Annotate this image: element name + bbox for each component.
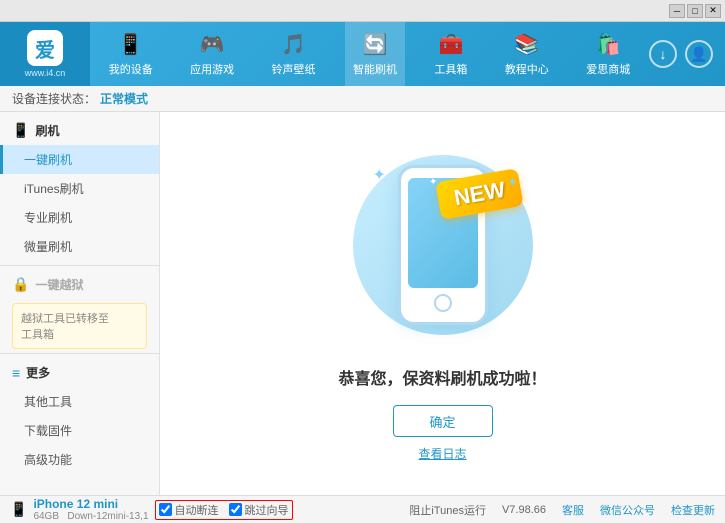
- sidebar-section-jailbreak[interactable]: 🔒 一键越狱: [0, 270, 159, 299]
- success-message: 恭喜您，保资料刷机成功啦！: [338, 365, 546, 389]
- nav-label-apps-games: 应用游戏: [190, 61, 234, 77]
- window-controls[interactable]: ─ □ ✕: [669, 4, 721, 18]
- itunes-status: 阻止iTunes运行: [409, 502, 486, 518]
- ringtones-icon: 🎵: [281, 32, 306, 57]
- nav-label-tutorials: 教程中心: [505, 61, 549, 77]
- nav-label-smart-flash: 智能刷机: [353, 61, 397, 77]
- bottom-bar: 📱 iPhone 12 mini 64GB Down-12mini-13,1 自…: [0, 495, 725, 523]
- version-text: V7.98.66: [502, 504, 546, 516]
- close-button[interactable]: ✕: [705, 4, 721, 18]
- sidebar-section-flash[interactable]: 📱 刷机: [0, 116, 159, 145]
- status-value: 正常模式: [100, 90, 148, 107]
- sparkle-top-left: ✦: [373, 165, 386, 185]
- wechat-public-link[interactable]: 微信公众号: [600, 502, 655, 518]
- logo[interactable]: 爱 www.i4.cn: [0, 22, 90, 86]
- download-firmware-label: 下载固件: [24, 424, 72, 438]
- jailbreak-section-icon: 🔒: [12, 276, 29, 293]
- flash-section-icon: 📱: [12, 122, 29, 139]
- confirm-button[interactable]: 确定: [393, 405, 493, 437]
- more-section-label: 更多: [26, 364, 50, 381]
- customer-service-link[interactable]: 客服: [562, 502, 584, 518]
- download-button[interactable]: ↓: [649, 40, 677, 68]
- phone-illustration: NEW ✦ ✦: [343, 145, 543, 345]
- nav-item-smart-flash[interactable]: 🔄 智能刷机: [345, 22, 405, 86]
- bottom-right: 阻止iTunes运行 V7.98.66 客服 微信公众号 检查更新: [409, 502, 715, 518]
- advanced-label: 高级功能: [24, 453, 72, 467]
- apps-icon: 🎮: [200, 32, 225, 57]
- user-button[interactable]: 👤: [685, 40, 713, 68]
- sidebar-item-advanced[interactable]: 高级功能: [0, 445, 159, 474]
- sidebar-item-pro-flash[interactable]: 专业刷机: [0, 203, 159, 232]
- sidebar-divider-2: [0, 353, 159, 354]
- nav-item-toolbox[interactable]: 🧰 工具箱: [426, 22, 475, 86]
- flash-section-label: 刷机: [35, 122, 59, 139]
- status-bar: 设备连接状态： 正常模式: [0, 86, 725, 112]
- itunes-flash-label: iTunes刷机: [24, 182, 84, 196]
- nav-label-ringtones: 铃声壁纸: [272, 61, 316, 77]
- new-badge-text: NEW: [452, 177, 507, 211]
- sparkle-top-right: ✦: [507, 175, 517, 189]
- nav-label-my-device: 我的设备: [109, 61, 153, 77]
- main-layout: 📱 刷机 一键刷机 iTunes刷机 专业刷机 微量刷机 🔒 一键越狱 越狱工具…: [0, 112, 725, 495]
- more-section-icon: ≡: [12, 365, 20, 381]
- sidebar: 📱 刷机 一键刷机 iTunes刷机 专业刷机 微量刷机 🔒 一键越狱 越狱工具…: [0, 112, 160, 495]
- micro-flash-label: 微量刷机: [24, 240, 72, 254]
- nav-item-tutorials[interactable]: 📚 教程中心: [497, 22, 557, 86]
- pro-flash-label: 专业刷机: [24, 211, 72, 225]
- header: 爱 www.i4.cn 📱 我的设备 🎮 应用游戏 🎵 铃声壁纸 🔄 智能刷机 …: [0, 22, 725, 86]
- sidebar-section-more[interactable]: ≡ 更多: [0, 358, 159, 387]
- nav-item-store[interactable]: 🛍️ 爱思商城: [578, 22, 638, 86]
- maximize-button[interactable]: □: [687, 4, 703, 18]
- phone-home-button: [434, 294, 452, 312]
- device-icon: 📱: [118, 32, 143, 57]
- jailbreak-section-label: 一键越狱: [35, 276, 83, 293]
- view-log-link[interactable]: 查看日志: [418, 445, 466, 462]
- sidebar-item-one-click-flash[interactable]: 一键刷机: [0, 145, 159, 174]
- store-icon: 🛍️: [596, 32, 621, 57]
- status-prefix: 设备连接状态：: [12, 90, 96, 107]
- jailbreak-note: 越狱工具已转移至工具箱: [12, 303, 147, 349]
- sidebar-item-download-firmware[interactable]: 下载固件: [0, 416, 159, 445]
- tutorials-icon: 📚: [514, 32, 539, 57]
- skip-wizard-input[interactable]: [229, 503, 242, 516]
- nav-items: 📱 我的设备 🎮 应用游戏 🎵 铃声壁纸 🔄 智能刷机 🧰 工具箱 📚 教程中心…: [90, 22, 649, 86]
- sidebar-item-itunes-flash[interactable]: iTunes刷机: [0, 174, 159, 203]
- logo-icon: 爱: [27, 30, 63, 66]
- smart-flash-icon: 🔄: [363, 32, 388, 57]
- auto-launch-input[interactable]: [159, 503, 172, 516]
- nav-item-my-device[interactable]: 📱 我的设备: [101, 22, 161, 86]
- auto-launch-label: 自动断连: [175, 502, 219, 518]
- device-details: 64GB Down-12mini-13,1: [33, 511, 148, 522]
- nav-label-store: 爱思商城: [586, 61, 630, 77]
- skip-wizard-label: 跳过向导: [245, 502, 289, 518]
- other-tools-label: 其他工具: [24, 395, 72, 409]
- toolbox-icon: 🧰: [438, 32, 463, 57]
- sidebar-item-other-tools[interactable]: 其他工具: [0, 387, 159, 416]
- device-icon-bottom: 📱: [10, 501, 27, 518]
- device-name: iPhone 12 mini: [33, 497, 148, 511]
- nav-item-apps-games[interactable]: 🎮 应用游戏: [182, 22, 242, 86]
- nav-right-controls: ↓ 👤: [649, 40, 725, 68]
- device-info: iPhone 12 mini 64GB Down-12mini-13,1: [33, 497, 148, 522]
- one-click-flash-label: 一键刷机: [24, 153, 72, 167]
- sidebar-divider-1: [0, 265, 159, 266]
- auto-launch-checkbox[interactable]: 自动断连: [159, 502, 219, 518]
- skip-wizard-checkbox[interactable]: 跳过向导: [229, 502, 289, 518]
- nav-item-ringtones[interactable]: 🎵 铃声壁纸: [264, 22, 324, 86]
- nav-label-toolbox: 工具箱: [434, 61, 467, 77]
- title-bar: ─ □ ✕: [0, 0, 725, 22]
- minimize-button[interactable]: ─: [669, 4, 685, 18]
- check-update-link[interactable]: 检查更新: [671, 502, 715, 518]
- content-panel: NEW ✦ ✦ 恭喜您，保资料刷机成功啦！ 确定 查看日志: [160, 112, 725, 495]
- logo-url: www.i4.cn: [25, 68, 66, 78]
- sidebar-item-micro-flash[interactable]: 微量刷机: [0, 232, 159, 261]
